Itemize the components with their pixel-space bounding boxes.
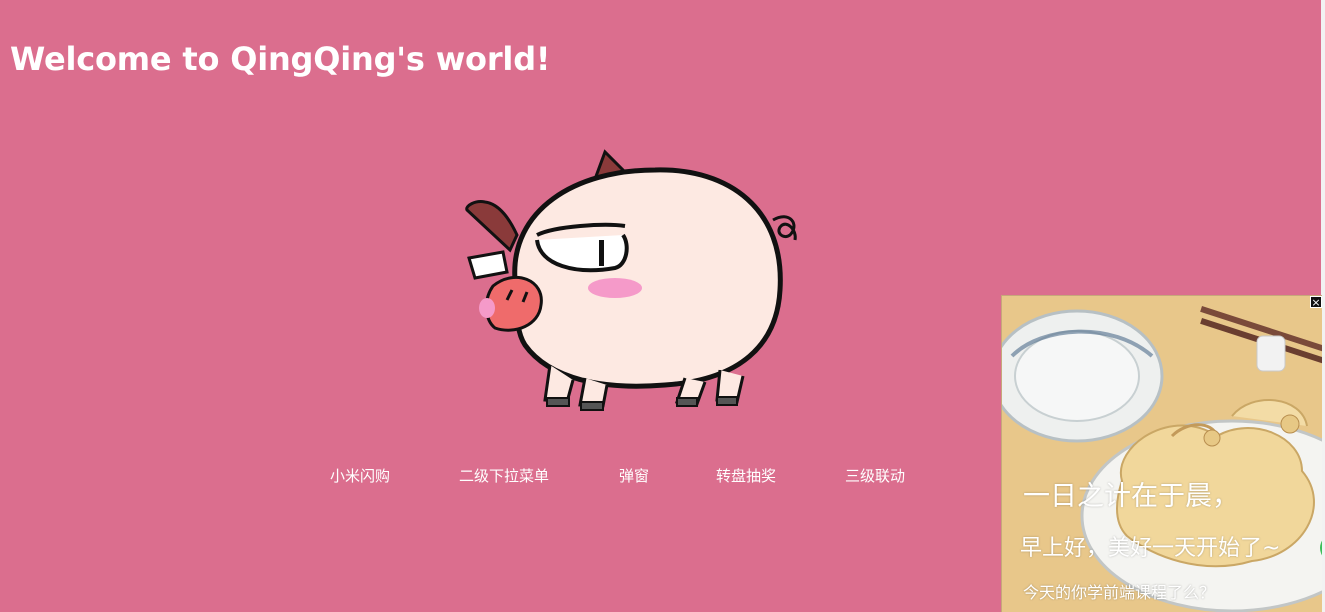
ad-subheadline: 早上好，美好一天开始了~	[1020, 536, 1281, 561]
close-icon[interactable]: ×	[1310, 296, 1322, 309]
ad-caption: 今天的你学前端课程了么？	[1023, 583, 1216, 602]
pig-illustration	[465, 149, 797, 411]
nav-link-mi-flash-sale[interactable]: 小米闪购	[330, 465, 390, 487]
nav-link-popup[interactable]: 弹窗	[619, 465, 649, 487]
nav-link-dropdown-menu[interactable]: 二级下拉菜单	[459, 465, 549, 487]
ad-food-image	[1002, 296, 1322, 612]
ad-headline: 一日之计在于晨，	[1023, 481, 1239, 512]
page-title: Welcome to QingQing's world!	[10, 40, 551, 78]
popup-ad[interactable]: × 一日之计在于晨， 早上好，美好一天开始了~ 今天的你学前端课程了么？	[1001, 295, 1322, 612]
nav-link-three-level-linkage[interactable]: 三级联动	[845, 465, 905, 487]
nav-link-wheel-lottery[interactable]: 转盘抽奖	[716, 465, 776, 487]
